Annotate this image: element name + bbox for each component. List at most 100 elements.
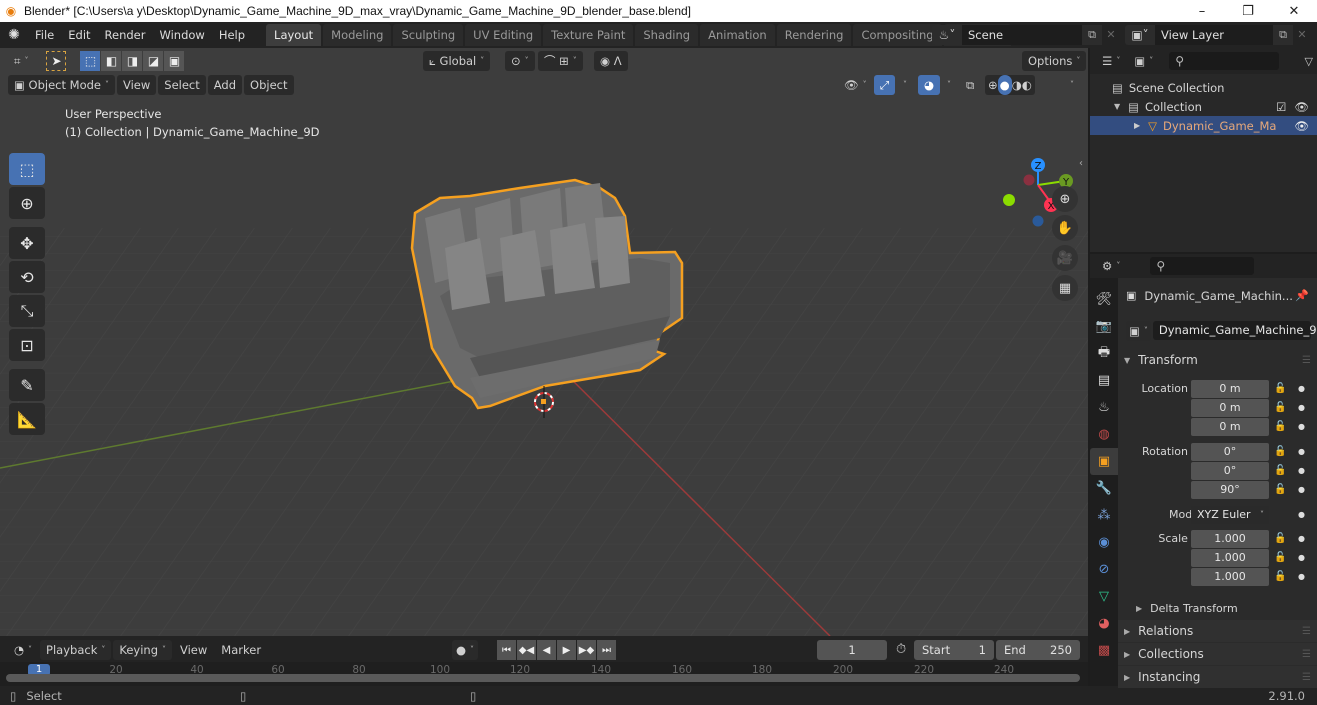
measure-tool[interactable]: 📐 [9,403,45,435]
scale-x-field[interactable]: 1.000 [1191,529,1269,548]
maximize-button[interactable]: ❐ [1225,0,1271,22]
jump-start-icon[interactable]: ⏮ [497,640,516,660]
filter-icon[interactable]: ▽ [1305,55,1313,68]
neg-z-axis-icon[interactable] [1032,215,1044,227]
menu-object[interactable]: Object [244,75,294,95]
keyframe-dot-icon[interactable]: ● [1298,553,1305,562]
cursor-tool[interactable]: ⊕ [9,187,45,219]
lock-icon[interactable]: 🔓 [1274,465,1286,476]
next-keyframe-icon[interactable]: ▶◆ [577,640,596,660]
prev-keyframe-icon[interactable]: ◆◀ [517,640,536,660]
keying-menu[interactable]: Keying ˅ [113,640,172,660]
physics-tab-icon[interactable]: ◉ [1090,529,1118,556]
outliner-item-dynamic-game-machine[interactable]: ▶ ▽ Dynamic_Game_Ma 👁 [1090,116,1317,135]
current-frame-field[interactable]: 1 [817,640,887,660]
3d-viewport[interactable]: ⌗ ˅ ➤ ⬚ ◧ ◨ ◪ ▣ ⟀ Global ˅ ⊙ ˅ ⌒ ⊞ ˅ ◉ Λ Opt… [0,48,1088,636]
outliner-item-scene-collection[interactable]: ▤ Scene Collection [1090,78,1317,97]
playback-menu[interactable]: Playback ˅ [40,640,112,660]
blender-logo-icon[interactable]: ✺ [0,27,28,43]
select-subtract-icon[interactable]: ◨ [122,51,143,71]
location-y-field[interactable]: 0 m [1191,398,1269,417]
menu-help[interactable]: Help [212,24,252,46]
keyframe-dot-icon[interactable]: ● [1298,384,1305,393]
delete-view-layer-icon[interactable]: ✕ [1293,25,1311,45]
timeline-editor-type-icon[interactable]: ◔ ˅ [8,640,38,660]
options-dropdown[interactable]: Options ˅ [1022,51,1087,71]
solid-shading-icon[interactable]: ● [997,75,1012,95]
view-layer-tab-icon[interactable]: ▤ [1090,367,1118,394]
xray-toggle[interactable]: ⧉ [960,75,980,95]
properties-search-input[interactable]: ⚲ [1150,257,1255,275]
gizmo-dropdown[interactable]: ˅ [893,75,913,95]
menu-view[interactable]: View [116,75,157,95]
select-intersect-icon[interactable]: ▣ [164,51,185,71]
lock-icon[interactable]: 🔓 [1274,571,1286,582]
pivot-point-dropdown[interactable]: ⊙ ˅ [505,51,535,71]
auto-keying-toggle[interactable]: ● ˅ [452,640,479,660]
view-layer-field[interactable]: View Layer [1155,25,1273,45]
overlays-dropdown[interactable]: ˅ [937,75,957,95]
move-tool[interactable]: ✥ [9,227,45,259]
drag-grip-icon[interactable]: ☰ [1302,649,1311,660]
menu-add[interactable]: Add [207,75,243,95]
scene-icon[interactable]: ♨˅ [932,25,962,45]
shading-dropdown[interactable]: ˅ [1060,75,1080,95]
proportional-edit-toggle[interactable]: ◉ Λ [594,51,628,71]
select-tool-icon[interactable]: ➤ [46,51,67,71]
object-name-field[interactable]: Dynamic_Game_Machine_9D [1152,321,1317,340]
tab-compositing[interactable]: Compositing [853,24,942,46]
scale-z-field[interactable]: 1.000 [1191,567,1269,586]
outliner-search-input[interactable]: ⚲ [1169,52,1280,70]
pin-icon[interactable]: 📌 [1295,289,1309,302]
lock-icon[interactable]: 🔓 [1274,484,1286,495]
jump-end-icon[interactable]: ⏭ [597,640,616,660]
expand-arrow-icon[interactable]: ▶ [1134,121,1140,130]
rotation-y-field[interactable]: 0° [1191,461,1269,480]
object-tab-icon[interactable]: ▣ [1090,448,1118,475]
menu-render[interactable]: Render [98,24,153,46]
modifier-tab-icon[interactable]: 🔧 [1090,475,1118,502]
tool-tab-icon[interactable]: 🛠 [1090,286,1118,313]
lock-icon[interactable]: 🔓 [1274,552,1286,563]
delta-transform-panel[interactable]: ▶ Delta Transform [1118,597,1317,619]
keyframe-dot-icon[interactable]: ● [1298,534,1305,543]
neg-x-axis-icon[interactable] [1023,174,1035,186]
menu-file[interactable]: File [28,24,61,46]
neg-y-axis-icon[interactable] [1003,194,1015,206]
material-shading-icon[interactable]: ◑ [1012,75,1022,95]
snap-toggle[interactable]: ⌒ ⊞ ˅ [538,51,583,71]
scene-tab-icon[interactable]: ♨ [1090,394,1118,421]
scale-tool[interactable]: ⤡ [9,295,45,327]
checkbox-icon[interactable]: ☑ [1276,100,1286,114]
outliner-editor-type-icon[interactable]: ☰ ˅ [1096,51,1126,71]
minimize-button[interactable]: – [1179,0,1225,22]
select-extend-icon[interactable]: ◧ [101,51,122,71]
menu-select[interactable]: Select [158,75,206,95]
tab-layout[interactable]: Layout [266,24,322,46]
delete-scene-icon[interactable]: ✕ [1102,25,1120,45]
start-frame-field[interactable]: Start 1 [914,640,994,660]
menu-edit[interactable]: Edit [61,24,97,46]
scene-name-field[interactable]: Scene [962,25,1082,45]
timeline-ruler[interactable]: 20 40 60 80 100 120 140 160 180 200 220 … [0,662,1088,686]
lock-icon[interactable]: 🔓 [1274,402,1286,413]
end-frame-field[interactable]: End 250 [996,640,1080,660]
pan-hand-icon[interactable]: ✋ [1052,215,1078,241]
play-reverse-icon[interactable]: ◀ [537,640,556,660]
new-scene-icon[interactable]: ⧉ [1082,25,1102,45]
new-view-layer-icon[interactable]: ⧉ [1273,25,1293,45]
lock-icon[interactable]: 🔓 [1274,421,1286,432]
drag-grip-icon[interactable]: ☰ [1302,672,1311,683]
location-x-field[interactable]: 0 m [1191,379,1269,398]
mode-dropdown[interactable]: ▣ Object Mode ˅ [8,75,115,95]
rotate-tool[interactable]: ⟲ [9,261,45,293]
camera-view-icon[interactable]: 🎥 [1052,245,1078,271]
drag-grip-icon[interactable]: ☰ [1302,626,1311,637]
constraints-tab-icon[interactable]: ⊘ [1090,556,1118,583]
transform-orientation-dropdown[interactable]: ⟀ Global ˅ [423,51,491,71]
eye-icon[interactable]: 👁 [1294,119,1309,133]
relations-panel[interactable]: ▶ Relations ☰ [1118,620,1317,642]
world-tab-icon[interactable]: ◍ [1090,421,1118,448]
render-tab-icon[interactable]: 📷 [1090,313,1118,340]
select-new-icon[interactable]: ⬚ [80,51,101,71]
